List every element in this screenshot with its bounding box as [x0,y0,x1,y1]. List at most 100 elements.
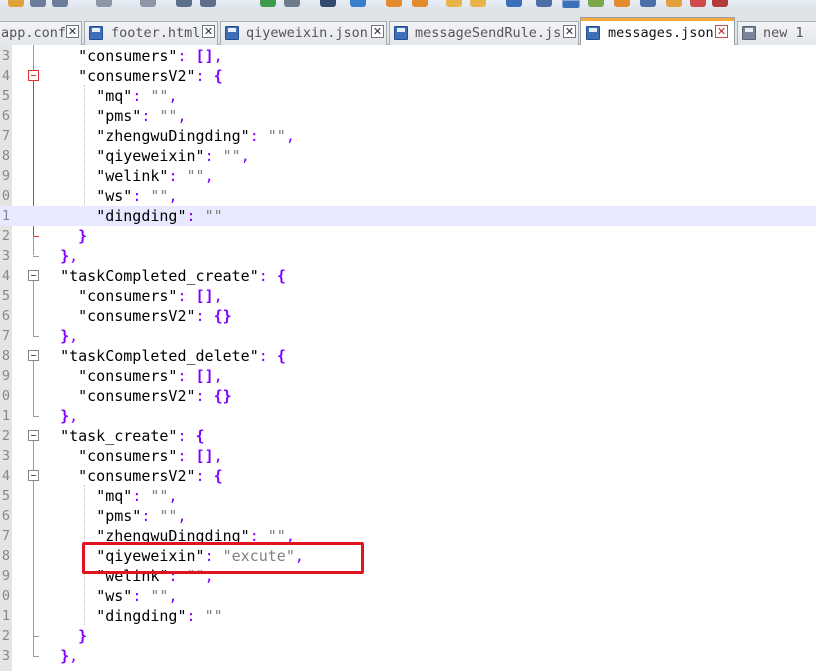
code-line[interactable]: 6 "pms": "", [0,506,816,526]
code-line[interactable]: 1 "dingding": "" [0,606,816,626]
code-text: "welink": "", [96,167,214,185]
code-line[interactable]: 5 "mq": "", [0,86,816,106]
line-number: 4 [1,468,10,484]
line-number: 3 [1,448,10,464]
code-line[interactable]: 6 "pms": "", [0,106,816,126]
file-icon [742,26,756,40]
folder-workspace-icon[interactable] [666,0,682,7]
code-line[interactable]: 7 }, [0,326,816,346]
close-icon[interactable]: ✕ [202,25,215,38]
sync-horizontal-icon[interactable] [470,0,486,7]
code-line[interactable]: 9 "welink": "", [0,166,816,186]
show-all-chars-icon[interactable] [536,0,552,7]
replace-icon[interactable] [350,0,366,7]
user-language-icon[interactable] [588,0,604,7]
code-line[interactable]: 3 "consumers": [], [0,446,816,466]
code-text: "mq": "", [96,87,178,105]
function-list-icon[interactable] [640,0,656,7]
close-icon[interactable]: ✕ [715,25,728,38]
save-icon[interactable] [30,0,46,7]
code-line[interactable]: 3 }, [0,646,816,666]
word-wrap-icon[interactable] [506,0,522,7]
code-line[interactable]: 6 "consumersV2": {} [0,306,816,326]
code-text: "mq": "", [96,487,178,505]
tab-new-1[interactable]: new 1 [737,21,816,45]
zoom-out-icon[interactable] [412,0,428,7]
close-file-icon[interactable] [96,0,112,7]
line-number: 6 [1,308,10,324]
code-line[interactable]: 2 "task_create": { [0,426,816,446]
code-line[interactable]: 8 "taskCompleted_delete": { [0,346,816,366]
tab-app-conf[interactable]: app.conf ✕ [0,21,82,45]
indent-guide-icon[interactable] [562,0,580,8]
line-number: 0 [1,188,10,204]
code-line[interactable]: 0 "ws": "", [0,586,816,606]
file-icon [394,26,408,40]
monitoring-icon[interactable] [690,0,706,7]
code-line[interactable]: 4 "consumersV2": { [0,466,816,486]
code-text: "consumers": [], [78,447,223,465]
code-line[interactable]: 2 } [0,226,816,246]
code-line[interactable]: 9 "consumers": [], [0,366,816,386]
tab-label: new 1 [763,25,804,41]
code-text: }, [60,327,79,345]
save-all-icon[interactable] [52,0,68,7]
copy-icon[interactable] [200,0,216,7]
file-icon [586,26,600,40]
code-line[interactable]: 8 "qiyeweixin": "", [0,146,816,166]
open-file-icon[interactable] [8,0,24,7]
tab-footer-html[interactable]: footer.html ✕ [84,21,218,45]
code-line[interactable]: 4 "taskCompleted_create": { [0,266,816,286]
file-icon [89,26,103,40]
code-line[interactable]: 5 "mq": "", [0,486,816,506]
code-line[interactable]: 2 } [0,626,816,646]
code-editor[interactable]: 3 "consumers": [], 4 "consumersV2": {5 "m… [0,45,816,671]
code-line[interactable]: 7 "zhengwuDingding": "", [0,126,816,146]
tab-label: messages.json [608,25,714,41]
close-icon[interactable]: ✕ [563,25,576,38]
code-text: "consumersV2": {} [78,307,232,325]
line-number: 6 [1,508,10,524]
line-number: 3 [1,248,10,264]
tab-label: messageSendRule.js [415,25,562,41]
close-icon[interactable]: ✕ [66,25,79,38]
cut-icon[interactable] [176,0,192,7]
tab-messages-json[interactable]: messages.json ✕ [580,17,735,46]
toolbar [0,0,816,8]
annotation-highlight-box [82,542,364,574]
code-line[interactable]: 3 "consumers": [], [0,46,816,66]
document-map-icon[interactable] [614,0,630,7]
redo-icon[interactable] [284,0,300,7]
code-text: "consumers": [], [78,367,223,385]
undo-icon[interactable] [260,0,276,7]
file-icon [225,26,239,40]
code-text: "consumers": [], [78,47,223,65]
line-number: 5 [1,88,10,104]
line-number: 0 [1,388,10,404]
tab-qiyeweixin-json[interactable]: qiyeweixin.json ✕ [220,21,387,45]
find-icon[interactable] [320,0,336,7]
code-line[interactable]: 3 }, [0,246,816,266]
sync-vertical-icon[interactable] [446,0,462,7]
code-line[interactable]: 0 "ws": "", [0,186,816,206]
line-number: 2 [1,428,10,444]
close-icon[interactable]: ✕ [371,25,384,38]
code-text: "taskCompleted_delete": { [60,347,286,365]
print-icon[interactable] [140,0,156,7]
code-line[interactable]: 1 }, [0,406,816,426]
tab-messagesendrule-js[interactable]: messageSendRule.js ✕ [389,21,579,45]
code-text: "consumersV2": { [78,467,223,485]
code-text: "consumersV2": { [78,67,223,85]
zoom-in-icon[interactable] [386,0,402,7]
code-text: "pms": "", [96,507,187,525]
code-text: "task_create": { [60,427,205,445]
code-line[interactable]: 5 "consumers": [], [0,286,816,306]
code-text: "dingding": "" [96,607,223,625]
tab-bar: app.conf ✕ footer.html ✕ qiyeweixin.json… [0,8,816,46]
line-number: 0 [1,588,10,604]
code-line[interactable]: 4 "consumersV2": { [0,66,816,86]
record-macro-icon[interactable] [712,0,728,7]
code-line[interactable]: 0 "consumersV2": {} [0,386,816,406]
code-line[interactable]: 1 "dingding": "" [0,206,816,226]
code-text: }, [60,647,79,665]
